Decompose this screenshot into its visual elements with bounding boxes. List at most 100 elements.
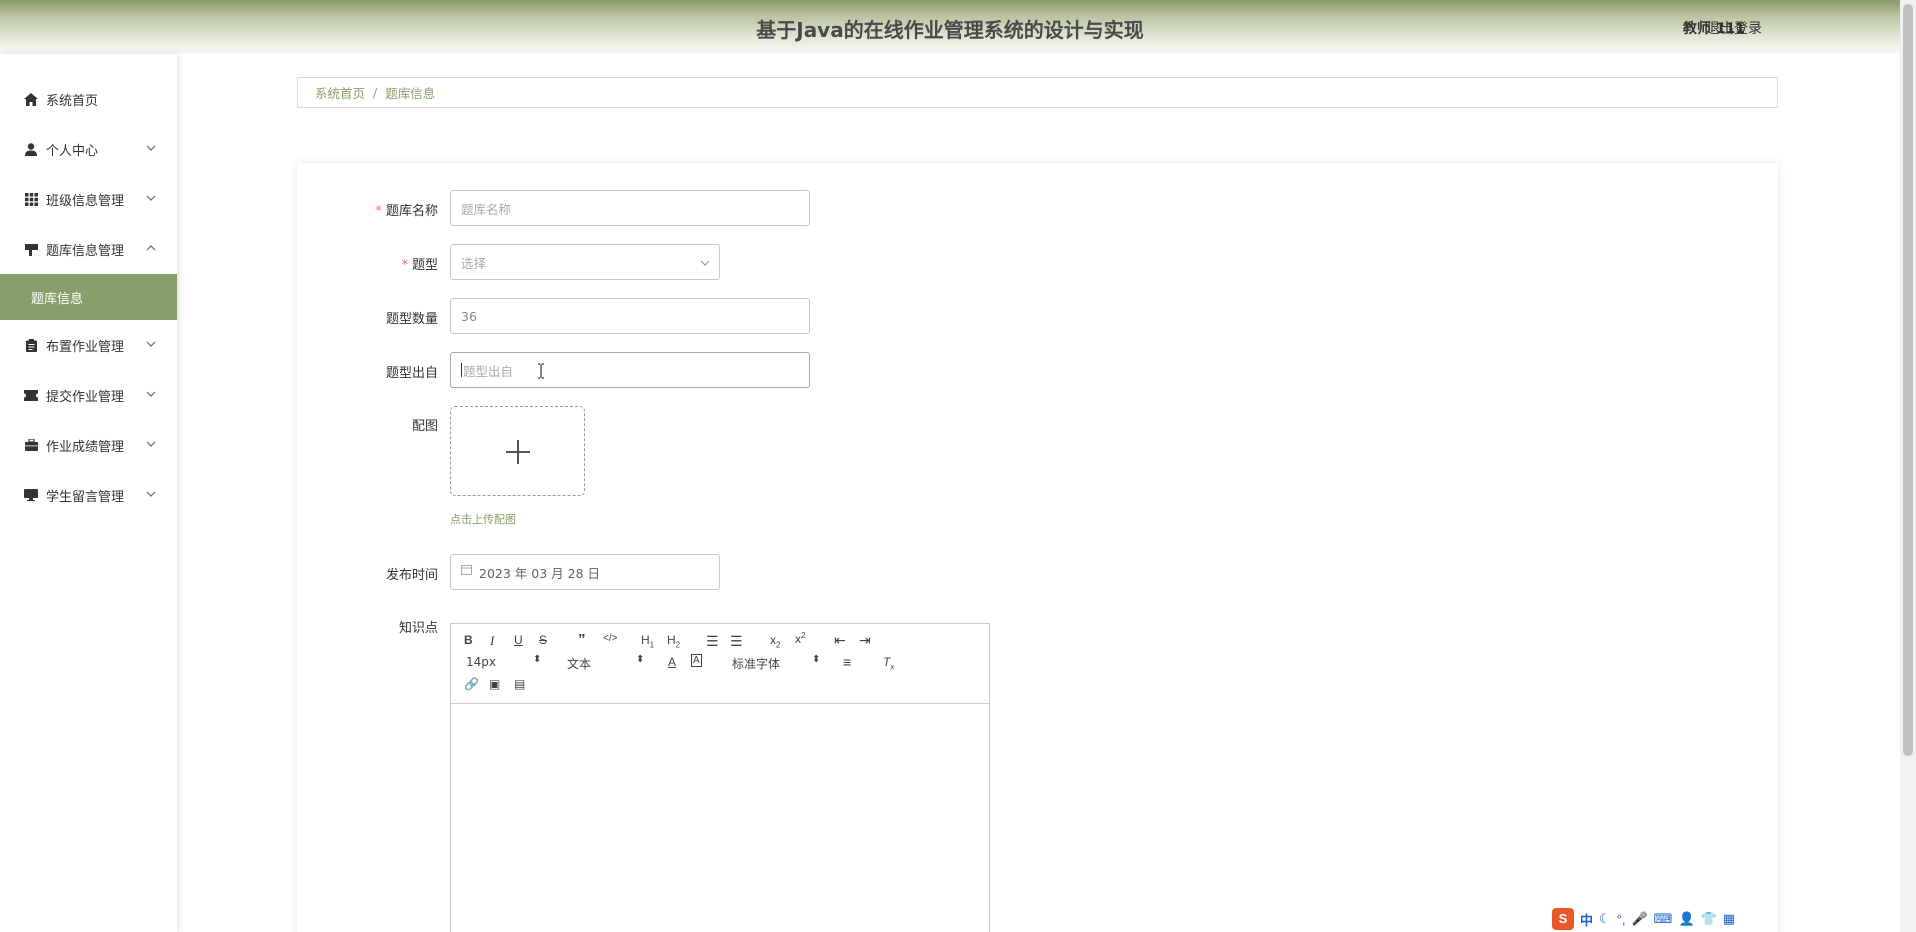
video-icon[interactable]: ▤ [514, 677, 525, 691]
text-color-icon[interactable]: A [668, 655, 676, 669]
bold-icon[interactable]: B [464, 633, 473, 647]
sidebar-item-label: 系统首页 [46, 93, 99, 109]
type-label: * 题型 [401, 258, 438, 273]
breadcrumb: 系统首页 / 题库信息 [297, 77, 1778, 108]
header1-icon[interactable]: H1 [641, 633, 654, 649]
logout-link[interactable]: 退出登录 [1706, 18, 1762, 38]
ime-chinese-mode-icon[interactable]: 中 [1580, 910, 1593, 929]
source-label: 题型出自 [385, 366, 438, 381]
chevron-up-icon [146, 245, 156, 251]
sidebar-item-grades[interactable]: 作业成绩管理 [0, 420, 177, 470]
editor-toolbar: B I U S ” </> H1 H2 ☰ ☰ x2 x2 ⇤ ⇥ 14px ⬍… [451, 624, 989, 704]
app-title: 基于Java的在线作业管理系统的设计与实现 [756, 18, 1144, 42]
select-arrows-icon: ⬍ [533, 654, 542, 665]
background-color-icon[interactable]: A [691, 654, 702, 667]
skin-icon[interactable]: 👕 [1701, 911, 1717, 927]
publish-date-picker[interactable]: 2023 年 03 月 28 日 [450, 554, 720, 590]
sidebar-item-label: 提交作业管理 [46, 389, 125, 405]
home-icon [24, 92, 38, 106]
count-label: 题型数量 [385, 312, 438, 327]
question-bank-name-input[interactable]: 题库名称 [450, 190, 810, 226]
sidebar-item-question-bank[interactable]: 题库信息管理 [0, 224, 177, 274]
font-size-select[interactable]: 14px [466, 655, 496, 669]
scrollbar-thumb[interactable] [1903, 4, 1913, 756]
sidebar-item-messages[interactable]: 学生留言管理 [0, 470, 177, 520]
calendar-icon [461, 564, 472, 575]
sidebar-subitem-question-bank-info[interactable]: 题库信息 [0, 274, 177, 320]
flag-icon [24, 242, 38, 256]
date-label: 发布时间 [385, 568, 438, 583]
count-value: 36 [461, 308, 477, 324]
name-label: * 题库名称 [375, 204, 438, 219]
sidebar-item-label: 作业成绩管理 [46, 439, 125, 455]
question-count-input[interactable]: 36 [450, 298, 810, 334]
breadcrumb-home[interactable]: 系统首页 [315, 83, 365, 102]
form-card: * 题库名称 题库名称 * 题型 选择 题型数量 36 题型出自 题型出自 配图 点… [297, 163, 1778, 932]
subscript-icon[interactable]: x2 [770, 633, 780, 649]
bullet-list-icon[interactable]: ☰ [730, 633, 743, 650]
sidebar-item-label: 学生留言管理 [46, 489, 125, 505]
align-icon[interactable]: ≡ [843, 654, 851, 670]
date-value: 2023 年 03 月 28 日 [479, 565, 600, 581]
page-scrollbar[interactable] [1900, 0, 1916, 932]
blockquote-icon[interactable]: ” [578, 631, 586, 648]
monitor-icon [24, 488, 38, 502]
editor-content-area[interactable] [451, 704, 989, 932]
app-header: 基于Java的在线作业管理系统的设计与实现 教师 111 退出登录 [0, 0, 1900, 54]
chevron-down-icon [146, 195, 156, 201]
strikethrough-icon[interactable]: S [539, 633, 547, 647]
microphone-icon[interactable]: 🎤 [1631, 911, 1647, 927]
link-icon[interactable]: 🔗 [464, 677, 479, 691]
question-source-input[interactable]: 题型出自 [450, 352, 810, 388]
chevron-down-icon [700, 260, 710, 266]
upload-tip: 点击上传配图 [450, 513, 516, 526]
name-placeholder: 题库名称 [461, 201, 512, 217]
italic-icon[interactable]: I [490, 633, 494, 649]
code-block-icon[interactable]: </> [603, 633, 617, 644]
sidebar-item-class[interactable]: 班级信息管理 [0, 174, 177, 224]
font-family-select[interactable]: 标准字体 [732, 655, 780, 672]
sidebar-item-assign-homework[interactable]: 布置作业管理 [0, 320, 177, 370]
breadcrumb-separator: / [373, 85, 378, 100]
sogou-logo-icon[interactable]: S [1552, 908, 1574, 930]
clipboard-icon [24, 338, 38, 352]
image-label: 配图 [411, 419, 438, 434]
breadcrumb-current: 题库信息 [385, 86, 436, 101]
image-upload-box[interactable] [450, 406, 585, 496]
moon-icon[interactable]: ☾ [1599, 911, 1611, 927]
clear-format-icon[interactable]: Tx [883, 655, 894, 671]
sidebar-item-label: 布置作业管理 [46, 339, 125, 355]
outdent-icon[interactable]: ⇤ [834, 632, 846, 649]
sidebar-item-submit-homework[interactable]: 提交作业管理 [0, 370, 177, 420]
chevron-down-icon [146, 145, 156, 151]
ordered-list-icon[interactable]: ☰ [706, 633, 719, 650]
indent-icon[interactable]: ⇥ [859, 632, 871, 649]
punctuation-icon[interactable]: °, [1617, 912, 1626, 927]
underline-icon[interactable]: U [514, 633, 523, 647]
question-type-select[interactable]: 选择 [450, 244, 720, 280]
rich-text-editor: B I U S ” </> H1 H2 ☰ ☰ x2 x2 ⇤ ⇥ 14px ⬍… [450, 623, 990, 932]
chevron-down-icon [146, 341, 156, 347]
source-placeholder: 题型出自 [463, 363, 514, 379]
apps-grid-icon[interactable]: ▦ [1723, 911, 1735, 927]
chevron-down-icon [146, 491, 156, 497]
header2-icon[interactable]: H2 [667, 633, 680, 649]
user-avatar-icon[interactable]: 👤 [1678, 911, 1694, 927]
superscript-icon[interactable]: x2 [795, 631, 805, 646]
sidebar-item-personal[interactable]: 个人中心 [0, 124, 177, 174]
grid-icon [24, 192, 38, 206]
keyboard-icon[interactable]: ⌨ [1654, 911, 1673, 927]
chevron-down-icon [146, 441, 156, 447]
header-select[interactable]: 文本 [567, 655, 591, 672]
select-arrows-icon: ⬍ [636, 654, 645, 665]
image-icon[interactable]: ▣ [489, 677, 500, 691]
sidebar-item-label: 个人中心 [46, 143, 99, 159]
sidebar-item-label: 题库信息管理 [46, 243, 125, 259]
ticket-icon [24, 388, 38, 402]
select-arrows-icon: ⬍ [812, 654, 821, 665]
sidebar: 系统首页 个人中心 班级信息管理 题库信息管理 题库信息 布置作业管理 提交作业… [0, 54, 177, 932]
sidebar-item-home[interactable]: 系统首页 [0, 74, 177, 124]
user-icon [24, 142, 38, 156]
text-cursor-icon [538, 363, 544, 379]
sidebar-item-label: 班级信息管理 [46, 193, 125, 209]
